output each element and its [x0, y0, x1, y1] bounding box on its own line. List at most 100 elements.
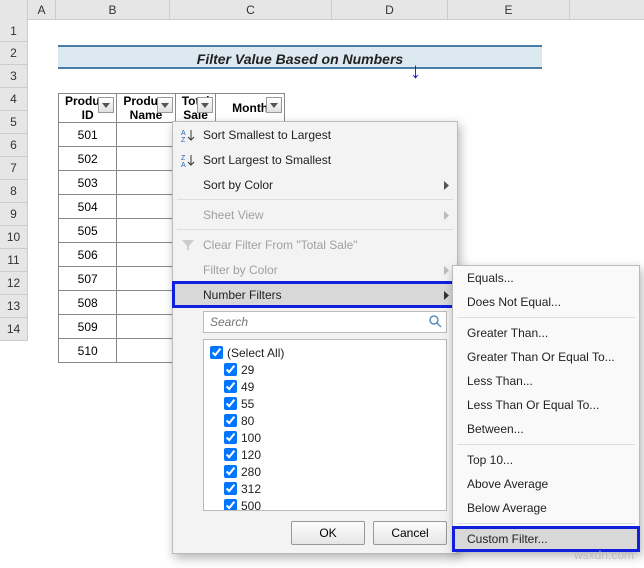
filter-between[interactable]: Between... — [453, 417, 639, 441]
filter-value-item[interactable]: 120 — [208, 446, 442, 463]
filter-not-equal[interactable]: Does Not Equal... — [453, 290, 639, 314]
clear-filter-icon — [179, 236, 197, 254]
chevron-right-icon — [444, 289, 449, 303]
filter-button-product-name[interactable] — [157, 97, 173, 113]
cell-id[interactable]: 504 — [59, 195, 117, 219]
filter-value-list[interactable]: (Select All) 29 49 55 80 100 120 280 312… — [203, 339, 447, 511]
col-header-D[interactable]: D — [332, 0, 448, 19]
row-header-12[interactable]: 12 — [0, 272, 28, 295]
annotation-arrow-icon: ↓ — [410, 58, 421, 84]
filter-button-product-id[interactable] — [98, 97, 114, 113]
row-header-2[interactable]: 2 — [0, 42, 28, 65]
select-all-checkbox[interactable]: (Select All) — [208, 344, 442, 361]
clear-filter: Clear Filter From "Total Sale" — [173, 232, 457, 257]
header-month[interactable]: Month — [216, 94, 284, 123]
sort-by-color[interactable]: Sort by Color — [173, 172, 457, 197]
filter-value-item[interactable]: 49 — [208, 378, 442, 395]
row-header-3[interactable]: 3 — [0, 65, 28, 88]
cell-name[interactable] — [117, 243, 175, 267]
cell-id[interactable]: 502 — [59, 147, 117, 171]
checkbox[interactable] — [224, 465, 237, 478]
filter-top10[interactable]: Top 10... — [453, 448, 639, 472]
row-header-10[interactable]: 10 — [0, 226, 28, 249]
cell-id[interactable]: 501 — [59, 123, 117, 147]
cell-id[interactable]: 508 — [59, 291, 117, 315]
sort-by-color-label: Sort by Color — [203, 178, 273, 192]
row-header-13[interactable]: 13 — [0, 295, 28, 318]
select-all-label: (Select All) — [227, 346, 284, 360]
cell-id[interactable]: 505 — [59, 219, 117, 243]
filter-value-item[interactable]: 80 — [208, 412, 442, 429]
cell-name[interactable] — [117, 195, 175, 219]
checkbox[interactable] — [224, 380, 237, 393]
checkbox[interactable] — [224, 448, 237, 461]
cell-name[interactable] — [117, 171, 175, 195]
cell-name[interactable] — [117, 291, 175, 315]
checkbox[interactable] — [224, 414, 237, 427]
checkbox[interactable] — [210, 346, 223, 359]
number-filters[interactable]: Number Filters — [173, 282, 457, 307]
select-all-corner[interactable] — [0, 0, 28, 20]
row-header-4[interactable]: 4 — [0, 88, 28, 111]
header-total-sale[interactable]: Total Sale — [175, 94, 216, 123]
header-product-name[interactable]: Product Name — [117, 94, 175, 123]
cell-id[interactable]: 510 — [59, 339, 117, 363]
cell-name[interactable] — [117, 315, 175, 339]
filter-greater-equal[interactable]: Greater Than Or Equal To... — [453, 345, 639, 369]
separator — [457, 444, 635, 445]
filter-button-total-sale[interactable] — [197, 97, 213, 113]
cell-name[interactable] — [117, 219, 175, 243]
checkbox[interactable] — [224, 499, 237, 511]
svg-text:Z: Z — [181, 155, 186, 162]
ok-button[interactable]: OK — [291, 521, 365, 545]
row-header-1[interactable]: 1 — [0, 20, 28, 42]
cell-id[interactable]: 509 — [59, 315, 117, 339]
filter-value-item[interactable]: 29 — [208, 361, 442, 378]
sort-ascending[interactable]: AZ Sort Smallest to Largest — [173, 122, 457, 147]
col-header-B[interactable]: B — [56, 0, 170, 19]
col-header-E[interactable]: E — [448, 0, 570, 19]
row-header-9[interactable]: 9 — [0, 203, 28, 226]
filter-value-item[interactable]: 280 — [208, 463, 442, 480]
row-header-7[interactable]: 7 — [0, 157, 28, 180]
checkbox[interactable] — [224, 363, 237, 376]
checkbox[interactable] — [224, 397, 237, 410]
separator — [457, 523, 635, 524]
filter-value-item[interactable]: 500 — [208, 497, 442, 511]
filter-equals[interactable]: Equals... — [453, 266, 639, 290]
col-header-C[interactable]: C — [170, 0, 332, 19]
row-headers: 1 2 3 4 5 6 7 8 9 10 11 12 13 14 — [0, 20, 28, 341]
filter-button-month[interactable] — [266, 97, 282, 113]
filter-greater-than[interactable]: Greater Than... — [453, 321, 639, 345]
filter-value-label: 500 — [241, 499, 261, 512]
row-header-8[interactable]: 8 — [0, 180, 28, 203]
cell-name[interactable] — [117, 123, 175, 147]
cell-id[interactable]: 506 — [59, 243, 117, 267]
cell-name[interactable] — [117, 339, 175, 363]
row-header-6[interactable]: 6 — [0, 134, 28, 157]
row-header-14[interactable]: 14 — [0, 318, 28, 341]
filter-value-item[interactable]: 100 — [208, 429, 442, 446]
filter-less-than[interactable]: Less Than... — [453, 369, 639, 393]
filter-above-average[interactable]: Above Average — [453, 472, 639, 496]
col-header-A[interactable]: A — [28, 0, 56, 19]
sort-descending[interactable]: ZA Sort Largest to Smallest — [173, 147, 457, 172]
cancel-button[interactable]: Cancel — [373, 521, 447, 545]
watermark: wsxdn.com — [574, 548, 634, 562]
row-header-5[interactable]: 5 — [0, 111, 28, 134]
header-product-id[interactable]: Product ID — [59, 94, 117, 123]
cell-name[interactable] — [117, 147, 175, 171]
filter-value-item[interactable]: 55 — [208, 395, 442, 412]
filter-less-equal[interactable]: Less Than Or Equal To... — [453, 393, 639, 417]
cell-id[interactable]: 507 — [59, 267, 117, 291]
row-header-11[interactable]: 11 — [0, 249, 28, 272]
svg-text:Z: Z — [181, 137, 186, 142]
checkbox[interactable] — [224, 482, 237, 495]
search-input[interactable] — [203, 311, 447, 333]
cell-id[interactable]: 503 — [59, 171, 117, 195]
filter-value-item[interactable]: 312 — [208, 480, 442, 497]
cell-name[interactable] — [117, 267, 175, 291]
svg-text:A: A — [181, 162, 186, 167]
filter-below-average[interactable]: Below Average — [453, 496, 639, 520]
checkbox[interactable] — [224, 431, 237, 444]
